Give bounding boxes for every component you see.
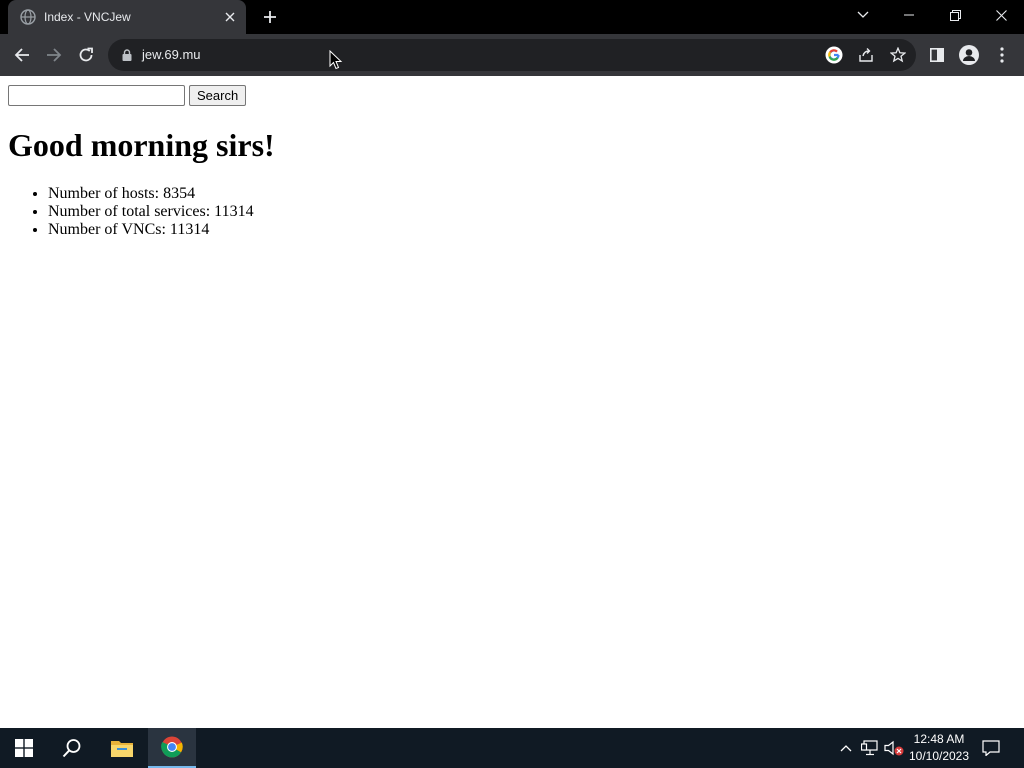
mouse-cursor-icon <box>329 50 343 70</box>
share-icon[interactable] <box>855 44 877 66</box>
search-icon <box>62 739 81 758</box>
reload-button[interactable] <box>71 40 101 70</box>
close-tab-icon[interactable] <box>220 7 240 27</box>
close-window-button[interactable] <box>978 0 1024 30</box>
chrome-icon <box>161 736 183 758</box>
file-explorer-icon <box>111 741 133 757</box>
volume-muted-icon[interactable] <box>884 738 904 758</box>
side-panel-button[interactable] <box>922 40 952 70</box>
tab-search-chevron-icon[interactable] <box>840 0 886 30</box>
tab-title: Index - VNCJew <box>44 10 131 24</box>
address-bar[interactable]: jew.69.mu <box>108 39 916 71</box>
chevron-up-icon[interactable] <box>836 738 856 758</box>
system-clock[interactable]: 12:48 AM 10/10/2023 <box>904 731 974 765</box>
browser-toolbar: jew.69.mu <box>0 34 1024 76</box>
notification-icon[interactable] <box>981 738 1001 758</box>
forward-button[interactable] <box>39 40 69 70</box>
chrome-taskbar-button[interactable] <box>148 728 196 768</box>
taskbar-search-button[interactable] <box>48 728 96 768</box>
google-icon[interactable] <box>823 44 845 66</box>
page-title: Good morning sirs! <box>8 127 275 163</box>
profile-button[interactable] <box>954 40 984 70</box>
star-icon[interactable] <box>887 44 909 66</box>
network-icon[interactable] <box>860 738 880 758</box>
start-button[interactable] <box>0 728 48 768</box>
browser-tabstrip: Index - VNCJew <box>0 0 1024 34</box>
url-text[interactable]: jew.69.mu <box>142 47 201 62</box>
globe-icon <box>20 9 36 25</box>
restore-button[interactable] <box>932 0 978 30</box>
menu-button[interactable] <box>987 40 1017 70</box>
windows-taskbar: 12:48 AM 10/10/2023 <box>0 728 1024 768</box>
search-form: Search <box>8 85 247 106</box>
file-explorer-button[interactable] <box>98 728 146 768</box>
back-button[interactable] <box>7 40 37 70</box>
stats-list: Number of hosts: 8354 Number of total se… <box>48 185 254 239</box>
list-item: Number of VNCs: 11314 <box>48 221 254 239</box>
search-input[interactable] <box>8 85 185 106</box>
list-item: Number of total services: 11314 <box>48 203 254 221</box>
clock-time: 12:48 AM <box>913 732 965 746</box>
search-button[interactable]: Search <box>189 85 247 106</box>
page-content: Search Good morning sirs! Number of host… <box>0 76 1024 728</box>
list-item: Number of hosts: 8354 <box>48 185 254 203</box>
lock-icon[interactable] <box>120 48 134 62</box>
clock-date: 10/10/2023 <box>908 749 970 763</box>
browser-tab[interactable]: Index - VNCJew <box>8 0 246 34</box>
minimize-button[interactable] <box>886 0 932 30</box>
new-tab-button[interactable] <box>256 4 284 30</box>
windows-start-icon <box>15 739 33 757</box>
